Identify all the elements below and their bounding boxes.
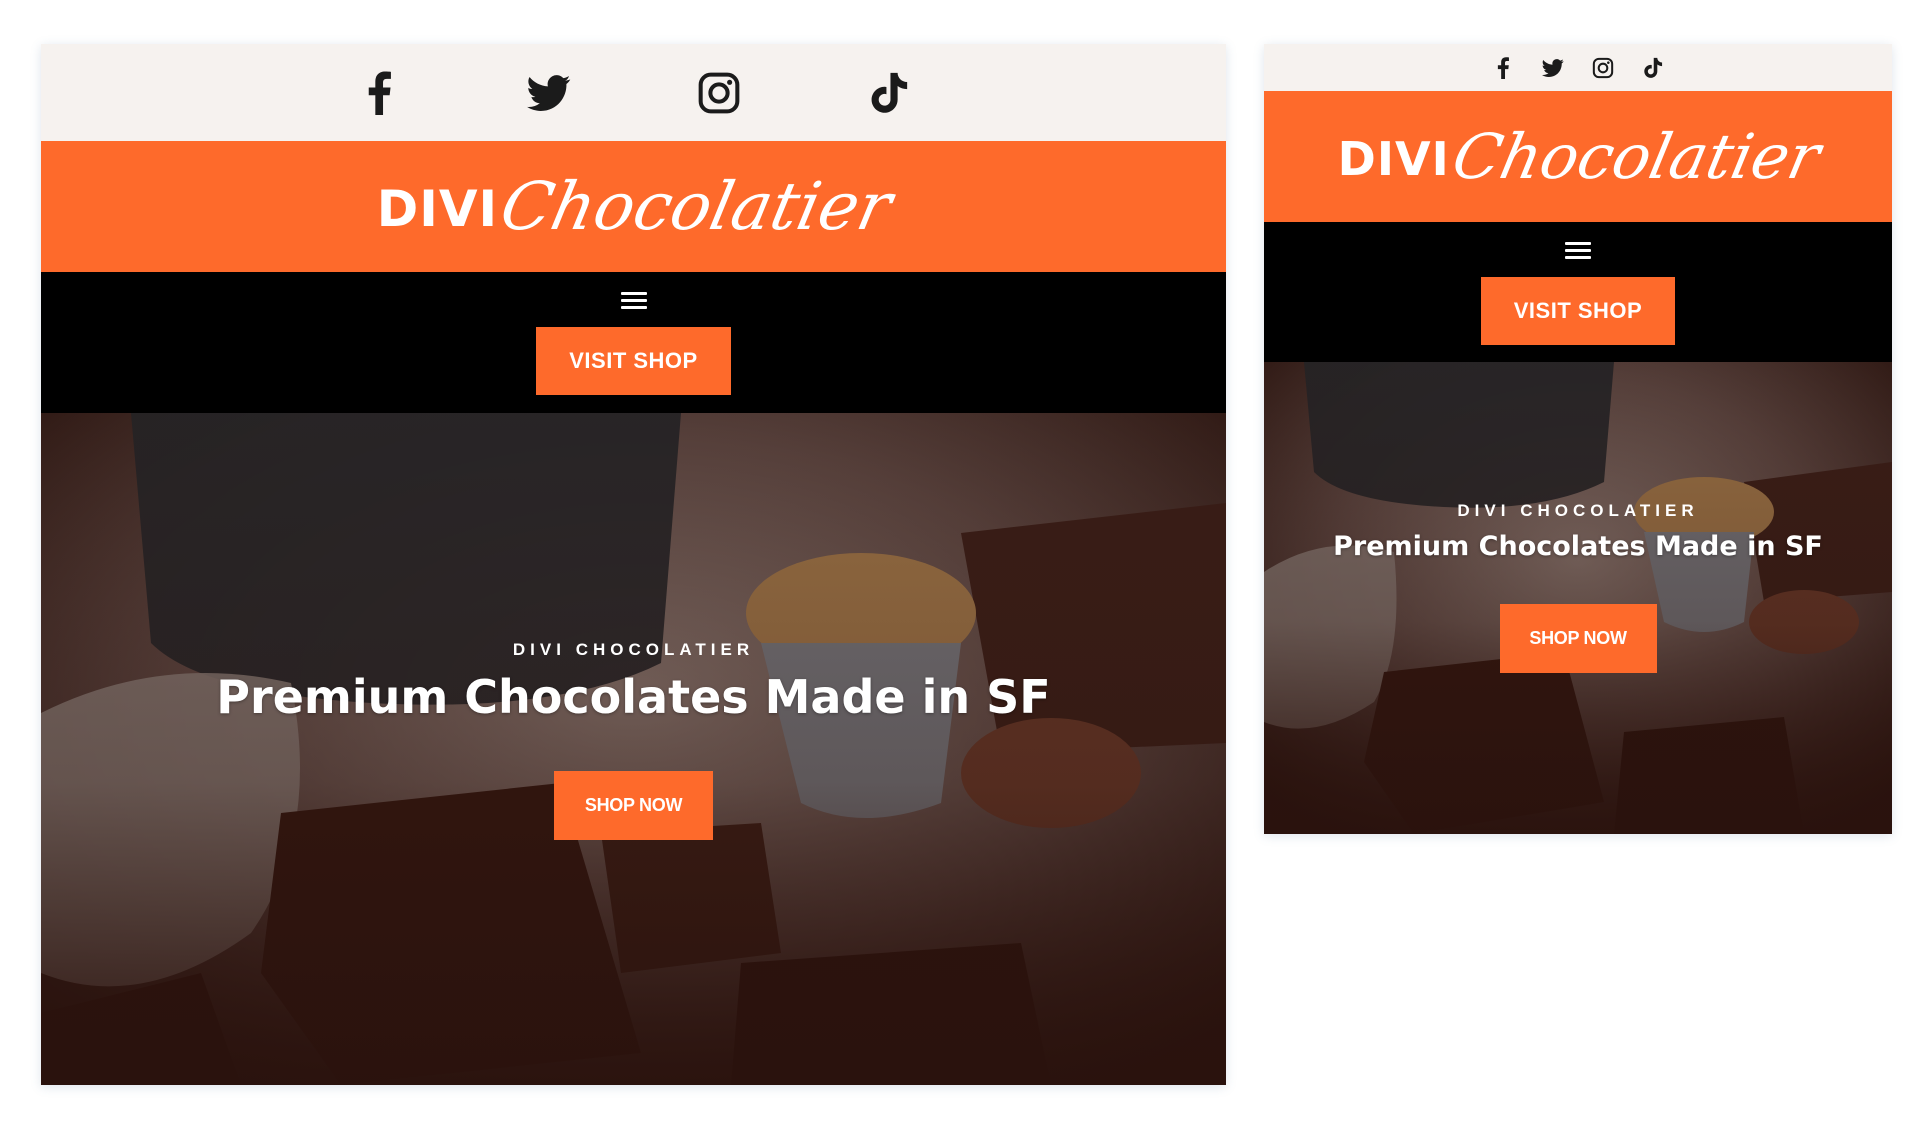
hero-eyebrow: DIVI CHOCOLATIER — [512, 640, 755, 659]
hero-headline: Premium Chocolates Made in SF — [1333, 531, 1823, 562]
shop-now-button[interactable]: SHOP NOW — [554, 771, 713, 840]
desktop-preview: DIVI Chocolatier VISIT SHOP DIVI CHOCOLA… — [41, 44, 1226, 1085]
twitter-icon[interactable] — [1542, 57, 1564, 79]
logo-script-text: Chocolatier — [1446, 119, 1827, 193]
mobile-preview: DIVI Chocolatier VISIT SHOP DIVI CHOCOLA… — [1264, 44, 1892, 834]
hero-headline: Premium Chocolates Made in SF — [216, 670, 1051, 724]
shop-now-button[interactable]: SHOP NOW — [1499, 604, 1657, 673]
facebook-icon[interactable] — [357, 71, 401, 115]
site-logo[interactable]: DIVI Chocolatier — [1337, 120, 1827, 193]
site-logo[interactable]: DIVI Chocolatier — [376, 168, 899, 245]
hero-content: DIVI CHOCOLATIER Premium Chocolates Made… — [41, 640, 1226, 840]
hero-content: DIVI CHOCOLATIER Premium Chocolates Made… — [1264, 501, 1892, 673]
visit-shop-button[interactable]: VISIT SHOP — [1481, 277, 1675, 345]
tiktok-icon[interactable] — [1642, 57, 1664, 79]
instagram-icon[interactable] — [1592, 57, 1614, 79]
facebook-icon[interactable] — [1492, 56, 1514, 79]
hamburger-menu-icon[interactable] — [620, 292, 647, 309]
nav-bar: VISIT SHOP — [1264, 222, 1892, 362]
logo-divi-text: DIVI — [376, 179, 499, 238]
hero-section: DIVI CHOCOLATIER Premium Chocolates Made… — [41, 413, 1226, 1085]
tiktok-icon[interactable] — [867, 71, 911, 115]
hero-eyebrow: DIVI CHOCOLATIER — [1457, 501, 1699, 520]
hero-section: DIVI CHOCOLATIER Premium Chocolates Made… — [1264, 362, 1892, 834]
nav-bar: VISIT SHOP — [41, 272, 1226, 413]
instagram-icon[interactable] — [697, 71, 741, 115]
visit-shop-button[interactable]: VISIT SHOP — [536, 327, 731, 395]
logo-bar: DIVI Chocolatier — [41, 141, 1226, 272]
logo-bar: DIVI Chocolatier — [1264, 91, 1892, 222]
social-bar — [1264, 44, 1892, 91]
logo-divi-text: DIVI — [1337, 131, 1450, 186]
social-bar — [41, 44, 1226, 141]
logo-script-text: Chocolatier — [494, 167, 899, 245]
hamburger-menu-icon[interactable] — [1565, 242, 1591, 259]
twitter-icon[interactable] — [526, 71, 571, 115]
